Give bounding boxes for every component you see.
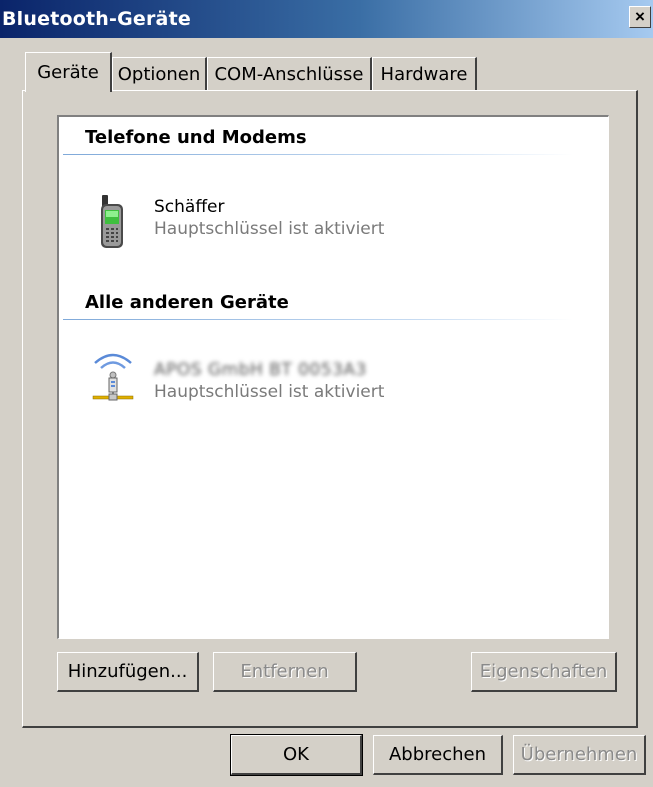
title-bar[interactable]: Bluetooth-Geräte ×: [0, 0, 653, 38]
remove-device-button-label: Entfernen: [240, 661, 329, 682]
remove-device-button[interactable]: Entfernen: [213, 652, 357, 692]
cancel-button[interactable]: Abbrechen: [373, 735, 503, 775]
add-device-button[interactable]: Hinzufügen...: [57, 652, 199, 692]
device-status: Hauptschlüssel ist aktiviert: [154, 382, 385, 402]
add-device-button-label: Hinzufügen...: [67, 661, 188, 682]
device-name-obscured: APOS GmbH BT 0053A3: [154, 360, 367, 380]
properties-button[interactable]: Eigenschaften: [471, 652, 617, 692]
ok-button[interactable]: OK: [230, 734, 363, 776]
window-title: Bluetooth-Geräte: [2, 8, 191, 30]
mobile-phone-icon: [101, 195, 123, 248]
tab-options[interactable]: Optionen: [112, 57, 207, 90]
close-icon: ×: [635, 7, 645, 26]
tab-com-ports-label: COM-Anschlüsse: [214, 63, 364, 85]
tab-com-ports[interactable]: COM-Anschlüsse: [207, 57, 372, 90]
apply-button-label: Übernehmen: [520, 744, 638, 765]
group-divider: [63, 154, 573, 155]
tab-panel-devices: Telefone und Modems Schäffer Hauptschlüs…: [22, 90, 638, 728]
group-header-other-devices: Alle anderen Geräte: [85, 292, 289, 313]
tab-options-label: Optionen: [117, 63, 201, 85]
bluetooth-network-icon: [92, 353, 134, 401]
tab-devices[interactable]: Geräte: [25, 52, 112, 92]
bluetooth-devices-dialog: Bluetooth-Geräte × Geräte Optionen COM-A…: [0, 0, 653, 787]
cancel-button-label: Abbrechen: [388, 744, 487, 765]
device-status: Hauptschlüssel ist aktiviert: [154, 219, 385, 239]
tab-devices-label: Geräte: [37, 62, 99, 83]
close-button[interactable]: ×: [629, 6, 651, 28]
properties-button-label: Eigenschaften: [479, 661, 608, 682]
device-list[interactable]: Telefone und Modems Schäffer Hauptschlüs…: [57, 115, 609, 639]
tab-hardware-label: Hardware: [380, 63, 468, 85]
tab-hardware[interactable]: Hardware: [372, 57, 477, 90]
ok-button-label: OK: [283, 744, 309, 765]
device-name: Schäffer: [154, 197, 225, 217]
apply-button[interactable]: Übernehmen: [513, 735, 646, 775]
group-divider: [63, 319, 573, 320]
group-header-phones: Telefone und Modems: [85, 127, 307, 148]
